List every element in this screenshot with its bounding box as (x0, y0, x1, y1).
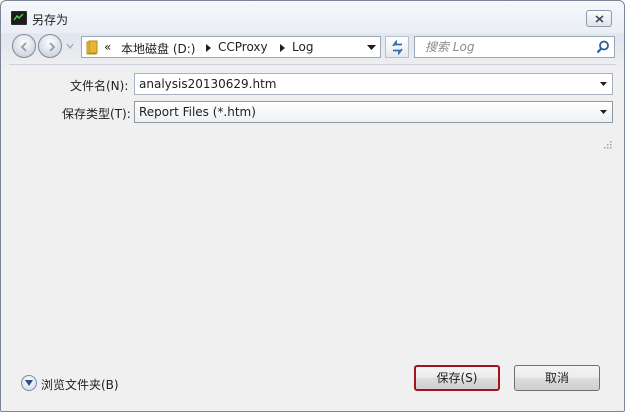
terminal-icon (11, 11, 27, 25)
chevron-down-icon[interactable] (600, 110, 607, 114)
chevron-down-icon[interactable] (600, 82, 607, 86)
chevron-down-icon (21, 375, 37, 391)
save-as-dialog: 另存为 « 本地磁盘 (D:) CCProxy Log 搜索 Log 文件名(N… (0, 0, 625, 412)
forward-button[interactable] (38, 34, 62, 58)
filename-combobox[interactable] (134, 73, 613, 95)
chevron-down-icon[interactable] (66, 43, 74, 49)
breadcrumb-drive[interactable]: 本地磁盘 (D:) (121, 40, 195, 57)
navigation-bar: « 本地磁盘 (D:) CCProxy Log (1, 33, 624, 61)
filetype-select[interactable]: Report Files (*.htm) (134, 101, 613, 123)
window-title: 另存为 (32, 13, 69, 27)
filename-input[interactable] (139, 77, 589, 91)
address-dropdown-icon[interactable] (367, 45, 376, 50)
search-icon[interactable] (596, 40, 610, 54)
resize-grip-icon[interactable] (604, 141, 612, 149)
breadcrumb-log[interactable]: Log (292, 40, 313, 54)
search-input[interactable] (415, 37, 590, 57)
forward-arrow-icon (49, 42, 56, 52)
filetype-label: 保存类型(T): (62, 107, 131, 121)
filetype-value: Report Files (*.htm) (139, 105, 256, 119)
address-bar[interactable]: « 本地磁盘 (D:) CCProxy Log (81, 36, 381, 58)
refresh-icon (392, 40, 403, 55)
back-button[interactable] (12, 34, 36, 58)
breadcrumb-ccproxy[interactable]: CCProxy (218, 40, 268, 54)
breadcrumb-overflow[interactable]: « (104, 40, 111, 54)
refresh-button[interactable] (385, 36, 409, 58)
back-arrow-icon (20, 42, 27, 52)
close-button[interactable] (586, 10, 612, 27)
close-icon (595, 15, 604, 23)
title-bar: 另存为 (1, 1, 624, 31)
save-button[interactable]: 保存(S) (414, 365, 500, 391)
cancel-button[interactable]: 取消 (514, 365, 600, 391)
chevron-right-icon[interactable] (206, 44, 211, 52)
search-box[interactable] (414, 36, 615, 58)
filename-label: 文件名(N): (70, 79, 129, 93)
browse-folders-label: 浏览文件夹(B) (41, 378, 119, 392)
chevron-right-icon[interactable] (280, 44, 285, 52)
folder-icon (86, 40, 98, 55)
dialog-body: 文件名(N): 保存类型(T): Report Files (*.htm) (9, 64, 616, 404)
